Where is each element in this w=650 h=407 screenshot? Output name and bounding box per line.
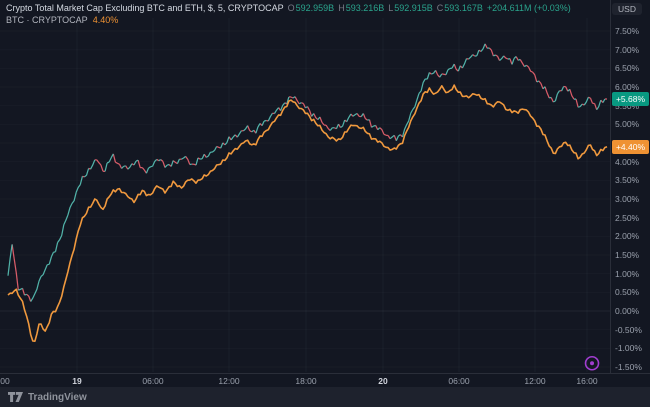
last-value-badge-btc: +4.40% [612, 140, 649, 154]
compare-symbol-title[interactable]: BTC · CRYPTOCAP [6, 15, 88, 25]
x-axis-label: 12:00 [524, 376, 545, 386]
y-axis-label: 3.00% [615, 194, 639, 204]
chart-plot-area[interactable] [0, 0, 650, 387]
y-axis-label: 1.50% [615, 250, 639, 260]
compare-change-value: 4.40% [93, 15, 119, 25]
tradingview-logo-icon[interactable] [8, 392, 23, 402]
x-axis-label: 12:00 [218, 376, 239, 386]
main-series-legend-row: Crypto Total Market Cap Excluding BTC an… [6, 2, 571, 14]
price-axis[interactable]: 7.50%7.00%6.50%6.00%5.50%5.00%4.50%4.00%… [610, 0, 650, 373]
ohlc-low-value: 592.915B [394, 3, 433, 13]
y-axis-label: -0.50% [615, 325, 642, 335]
x-axis-label: 18:00 [295, 376, 316, 386]
x-axis-label: 06:00 [142, 376, 163, 386]
y-axis-label: 7.50% [615, 26, 639, 36]
tradingview-brand-label[interactable]: TradingView [28, 392, 87, 403]
y-axis-label: 7.00% [615, 45, 639, 55]
y-axis-label: 5.00% [615, 119, 639, 129]
y-axis-label: -1.00% [615, 343, 642, 353]
main-series-down-segments [12, 44, 607, 302]
y-axis-label: 3.50% [615, 175, 639, 185]
x-axis-label: 00 [0, 376, 9, 386]
ohlc-open-label: O [288, 3, 295, 13]
bar-change-value: +204.611M (+0.03%) [487, 3, 571, 13]
symbol-title[interactable]: Crypto Total Market Cap Excluding BTC an… [6, 3, 284, 13]
ohlc-high-label: H [338, 3, 345, 13]
ohlc-close-value: 593.167B [444, 3, 483, 13]
x-axis-label: 19 [72, 376, 81, 386]
y-axis-label: 2.00% [615, 231, 639, 241]
x-axis-label: 16:00 [576, 376, 597, 386]
y-axis-label: -1.50% [615, 362, 642, 372]
y-axis-label: 0.50% [615, 287, 639, 297]
y-axis-label: 2.50% [615, 213, 639, 223]
tradingview-chart-window: Crypto Total Market Cap Excluding BTC an… [0, 0, 650, 407]
y-axis-label: 0.00% [615, 306, 639, 316]
ohlc-high-value: 593.216B [346, 3, 385, 13]
y-axis-label: 6.50% [615, 63, 639, 73]
y-axis-label: 1.00% [615, 269, 639, 279]
x-axis-label: 06:00 [448, 376, 469, 386]
compare-series-legend-row: BTC · CRYPTOCAP 4.40% [6, 14, 571, 26]
event-marker-dot [590, 361, 594, 365]
time-axis[interactable]: 00 19 06:00 12:00 18:00 20 06:00 12:00 16:00 [0, 373, 650, 387]
ohlc-low-label: L [388, 3, 393, 13]
last-value-badge-main: +5.68% [612, 92, 649, 106]
btc-series-line [8, 85, 607, 341]
ohlc-close-label: C [437, 3, 444, 13]
ohlc-open-value: 592.959B [296, 3, 335, 13]
y-axis-label: 6.00% [615, 82, 639, 92]
footer-bar: TradingView [0, 387, 650, 407]
chart-legend: Crypto Total Market Cap Excluding BTC an… [6, 2, 571, 26]
x-axis-label: 20 [378, 376, 387, 386]
currency-button[interactable]: USD [612, 3, 642, 15]
y-axis-label: 4.00% [615, 157, 639, 167]
